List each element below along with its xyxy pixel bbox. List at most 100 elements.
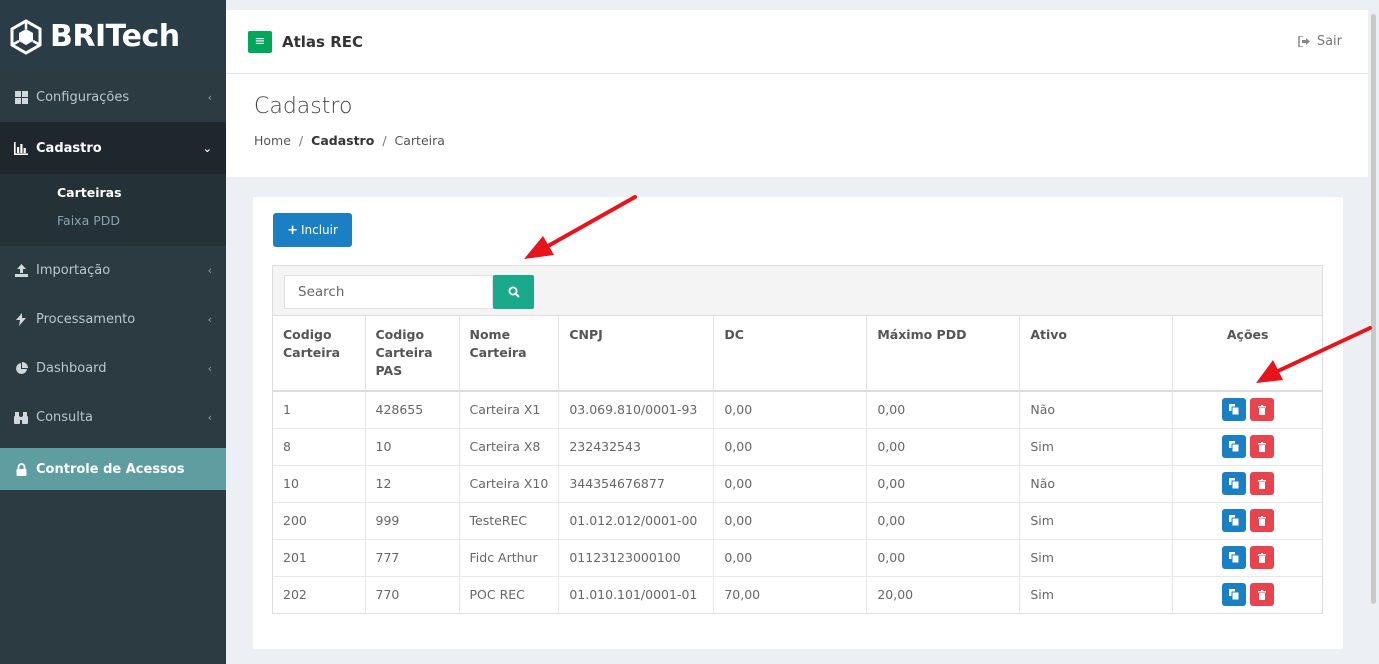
edit-button[interactable] <box>1221 398 1246 422</box>
bar-chart-icon <box>14 141 28 155</box>
column-header-dc[interactable]: DC <box>713 316 868 392</box>
chevron-down-icon: ⌄ <box>202 141 212 155</box>
breadcrumb-home[interactable]: Home <box>254 133 291 148</box>
sidebar: BRITech Configurações ‹ Cadastro ⌄ Carte… <box>0 0 226 664</box>
cell-cnpj: 01123123000100 <box>558 538 715 576</box>
cell-ativo: Sim <box>1019 538 1174 576</box>
cell-nome-carteira: Carteira X1 <box>459 390 560 428</box>
cell-maximo-pdd: 20,00 <box>866 575 1021 613</box>
sidebar-submenu-cadastro: Carteiras Faixa PDD <box>0 174 226 246</box>
copy-icon <box>1228 589 1239 601</box>
sidebar-item-processamento[interactable]: Processamento ‹ <box>0 295 226 344</box>
chevron-left-icon: ‹ <box>207 264 212 277</box>
grid-icon <box>14 91 28 105</box>
binoculars-icon <box>14 411 28 425</box>
lock-icon <box>14 462 28 476</box>
edit-button[interactable] <box>1221 472 1246 495</box>
cell-dc: 0,00 <box>713 464 868 502</box>
edit-button[interactable] <box>1221 583 1246 607</box>
cell-codigo-carteira-pas: 10 <box>365 427 460 465</box>
edit-button[interactable] <box>1221 546 1246 569</box>
column-header-codigo-carteira[interactable]: Codigo Carteira <box>273 316 366 392</box>
sidebar-item-label: Consulta <box>36 410 93 425</box>
plus-icon: + <box>287 222 298 238</box>
column-header-codigo-carteira-pas[interactable]: Codigo Carteira PAS <box>365 316 460 392</box>
cube-logo-icon <box>10 18 42 55</box>
column-header-cnpj[interactable]: CNPJ <box>558 316 715 392</box>
cell-nome-carteira: Fidc Arthur <box>459 538 560 576</box>
cell-acoes <box>1172 464 1322 502</box>
sidebar-item-controle-de-acessos[interactable]: Controle de Acessos <box>0 448 226 490</box>
carteiras-table: Codigo Carteira Codigo Carteira PAS Nome… <box>273 316 1322 613</box>
cell-nome-carteira: Carteira X10 <box>459 464 560 502</box>
cell-cnpj: 232432543 <box>558 427 715 465</box>
delete-button[interactable] <box>1249 472 1274 495</box>
breadcrumb-carteira: Carteira <box>394 133 445 148</box>
page-scrollbar[interactable] <box>1371 14 1376 604</box>
brand-logo[interactable]: BRITech <box>0 0 226 73</box>
breadcrumb-cadastro[interactable]: Cadastro <box>311 133 374 148</box>
copy-icon <box>1228 515 1239 526</box>
menu-toggle-button[interactable]: ≡ <box>248 30 272 53</box>
cell-ativo: Sim <box>1019 427 1174 465</box>
cell-dc: 0,00 <box>713 501 868 539</box>
delete-button[interactable] <box>1249 435 1274 458</box>
trash-icon <box>1257 515 1266 526</box>
add-button[interactable]: + Incluir <box>273 213 352 247</box>
sidebar-item-dashboard[interactable]: Dashboard ‹ <box>0 344 226 393</box>
delete-button[interactable] <box>1249 509 1274 532</box>
chevron-left-icon: ‹ <box>207 362 212 375</box>
sidebar-item-importacao[interactable]: Importação ‹ <box>0 246 226 295</box>
delete-button[interactable] <box>1249 583 1274 607</box>
chevron-left-icon: ‹ <box>207 91 212 104</box>
cell-maximo-pdd: 0,00 <box>866 538 1021 576</box>
sidebar-item-configuracoes[interactable]: Configurações ‹ <box>0 73 226 122</box>
cell-codigo-carteira-pas: 770 <box>365 575 460 613</box>
search-button[interactable] <box>493 275 534 309</box>
column-header-ativo[interactable]: Ativo <box>1019 316 1174 392</box>
cell-dc: 0,00 <box>713 390 868 428</box>
cell-dc: 70,00 <box>713 575 868 613</box>
table-row[interactable]: 201 777 Fidc Arthur 01123123000100 0,00 0,00 S… <box>273 538 1322 576</box>
cell-nome-carteira: POC REC <box>459 575 560 613</box>
cell-codigo-carteira: 8 <box>273 427 366 465</box>
content-box: + Incluir Codigo Carteira Codigo Carteir… <box>253 197 1343 649</box>
logout-link[interactable]: Sair <box>1298 34 1342 49</box>
table-row[interactable]: 200 999 TesteREC 01.012.012/0001-00 0,00 0,00… <box>273 501 1322 539</box>
edit-button[interactable] <box>1221 509 1246 532</box>
cell-maximo-pdd: 0,00 <box>866 390 1021 428</box>
cell-maximo-pdd: 0,00 <box>866 464 1021 502</box>
cell-codigo-carteira: 202 <box>273 575 366 613</box>
sidebar-subitem-faixa-pdd[interactable]: Faixa PDD <box>0 206 226 234</box>
cell-dc: 0,00 <box>713 427 868 465</box>
table-row[interactable]: 8 10 Carteira X8 232432543 0,00 0,00 Sim <box>273 427 1322 465</box>
search-input[interactable] <box>284 275 493 309</box>
table-row[interactable]: 10 12 Carteira X10 344354676877 0,00 0,00 Não <box>273 464 1322 502</box>
table-row[interactable]: 202 770 POC REC 01.010.101/0001-01 70,00 20,0… <box>273 575 1322 613</box>
table-body: 1 428655 Carteira X1 03.069.810/0001-93 0,00… <box>273 390 1322 613</box>
edit-button[interactable] <box>1221 435 1246 458</box>
sidebar-subitem-carteiras[interactable]: Carteiras <box>0 178 226 206</box>
hamburger-icon: ≡ <box>254 34 266 49</box>
app-title: Atlas REC <box>282 32 363 51</box>
delete-button[interactable] <box>1249 398 1274 422</box>
sidebar-item-consulta[interactable]: Consulta ‹ <box>0 393 226 442</box>
page-title: Cadastro <box>254 94 353 119</box>
cell-codigo-carteira: 1 <box>273 390 366 428</box>
cell-acoes <box>1172 390 1322 428</box>
cell-ativo: Não <box>1019 464 1174 502</box>
copy-icon <box>1228 441 1239 452</box>
cell-codigo-carteira-pas: 428655 <box>365 390 460 428</box>
column-header-nome-carteira[interactable]: Nome Carteira <box>459 316 560 392</box>
column-header-maximo-pdd[interactable]: Máximo PDD <box>866 316 1021 392</box>
cell-cnpj: 01.012.012/0001-00 <box>558 501 715 539</box>
table-row[interactable]: 1 428655 Carteira X1 03.069.810/0001-93 0,00… <box>273 390 1322 428</box>
delete-button[interactable] <box>1249 546 1274 569</box>
trash-icon <box>1257 552 1266 563</box>
cell-maximo-pdd: 0,00 <box>866 427 1021 465</box>
cell-nome-carteira: Carteira X8 <box>459 427 560 465</box>
cell-codigo-carteira-pas: 12 <box>365 464 460 502</box>
search-bar <box>273 266 1322 316</box>
sidebar-item-cadastro[interactable]: Cadastro ⌄ <box>0 122 226 174</box>
cell-ativo: Sim <box>1019 501 1174 539</box>
